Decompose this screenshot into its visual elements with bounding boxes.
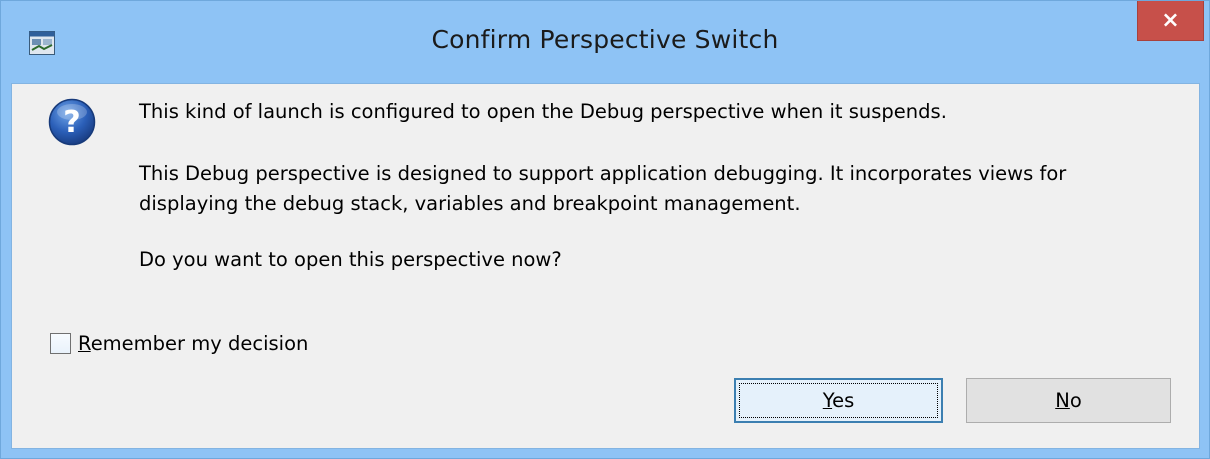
remember-decision-label-rest: emember my decision — [90, 331, 309, 355]
message-line: This Debug perspective is designed to su… — [139, 162, 1067, 185]
message-line: This kind of launch is configured to ope… — [139, 100, 947, 123]
remember-decision-mnemonic: R — [78, 331, 91, 355]
remember-decision-checkbox-row[interactable]: Remember my decision — [50, 331, 308, 355]
question-icon: ? — [48, 98, 96, 146]
remember-decision-label[interactable]: Remember my decision — [78, 332, 308, 355]
no-button-label: No — [1055, 389, 1082, 412]
message-line: Do you want to open this perspective now… — [139, 248, 562, 271]
message-line: displaying the debug stack, variables an… — [139, 192, 801, 215]
no-button[interactable]: No — [966, 378, 1171, 423]
focus-rect — [739, 383, 938, 418]
window-title: Confirm Perspective Switch — [431, 25, 779, 54]
title-bar[interactable]: Confirm Perspective Switch × — [1, 1, 1209, 83]
no-label-rest: o — [1069, 389, 1082, 412]
no-mnemonic: N — [1055, 389, 1070, 412]
close-icon: × — [1161, 7, 1180, 33]
yes-button[interactable]: Yes — [734, 378, 943, 423]
dialog-window: Confirm Perspective Switch × ? This kind… — [0, 0, 1210, 459]
close-button[interactable]: × — [1137, 1, 1204, 41]
dialog-body: ? This kind of launch is configured to o… — [11, 83, 1200, 449]
svg-text:?: ? — [63, 105, 80, 140]
remember-decision-checkbox[interactable] — [50, 332, 71, 354]
